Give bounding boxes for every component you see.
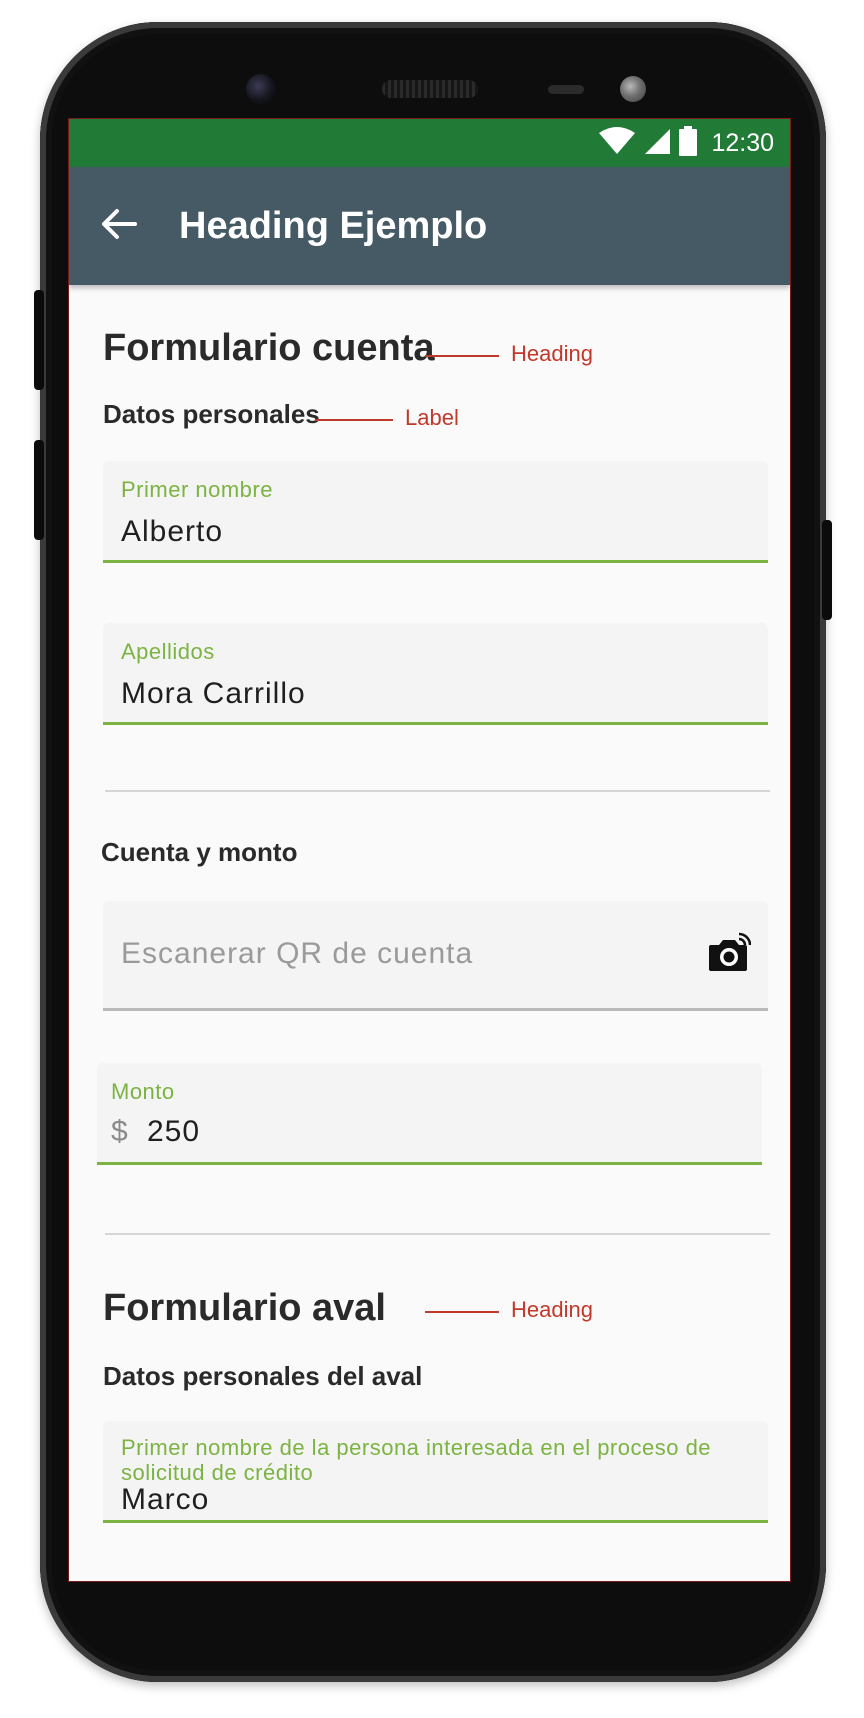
annotation-heading-label: Heading [511, 341, 593, 366]
guarantor-first-name-label: Primer nombre de la persona interesada e… [121, 1435, 712, 1485]
status-time: 12:30 [711, 128, 774, 157]
camera-icon [707, 931, 752, 978]
first-name-value[interactable]: Alberto [121, 515, 223, 549]
last-name-value[interactable]: Mora Carrillo [121, 677, 306, 711]
annotation-line [425, 355, 499, 357]
battery-icon [679, 125, 698, 161]
scan-qr-button[interactable] [706, 931, 752, 977]
guarantor-first-name-value[interactable]: Marco [121, 1483, 209, 1517]
section-divider [105, 790, 770, 792]
label-datos-personales-aval: Datos personales del aval [103, 1361, 423, 1391]
light-sensor [620, 76, 646, 102]
proximity-sensor [548, 85, 584, 94]
annotation-label-label: Label [405, 405, 459, 430]
app-bar: Heading Ejemplo [69, 167, 790, 285]
section-divider [105, 1233, 770, 1235]
screen: 12:30 Heading Ejemplo Formulario cuenta … [68, 118, 791, 1582]
annotation-line [425, 1311, 499, 1313]
guarantor-first-name-field[interactable]: Primer nombre de la persona interesada e… [103, 1421, 768, 1523]
amount-value[interactable]: 250 [147, 1115, 200, 1149]
wifi-icon [599, 126, 636, 160]
amount-field-label: Monto [111, 1079, 175, 1104]
heading-formulario-aval: Formulario aval [103, 1287, 386, 1329]
label-cuenta-y-monto: Cuenta y monto [101, 837, 298, 867]
volume-down-button [34, 440, 44, 540]
annotation-line [315, 419, 393, 421]
last-name-field[interactable]: Apellidos Mora Carrillo [103, 623, 768, 725]
back-button[interactable] [95, 202, 143, 250]
front-camera [246, 74, 276, 104]
qr-account-field[interactable]: Escanerar QR de cuenta [103, 901, 768, 1011]
qr-account-placeholder[interactable]: Escanerar QR de cuenta [121, 937, 473, 971]
volume-up-button [34, 290, 44, 390]
signal-icon [643, 127, 671, 160]
amount-field[interactable]: Monto $ 250 [97, 1063, 762, 1165]
app-bar-title: Heading Ejemplo [179, 204, 488, 247]
heading-formulario-cuenta: Formulario cuenta [103, 327, 435, 369]
form-content: Formulario cuenta Heading Datos personal… [69, 285, 790, 1581]
power-button [822, 520, 832, 620]
currency-prefix: $ [111, 1115, 128, 1148]
label-datos-personales: Datos personales [103, 399, 320, 429]
last-name-field-label: Apellidos [121, 639, 215, 664]
earpiece-speaker [382, 80, 478, 98]
arrow-back-icon [101, 208, 137, 245]
annotation-heading-label: Heading [511, 1297, 593, 1322]
first-name-field[interactable]: Primer nombre Alberto [103, 461, 768, 563]
status-bar: 12:30 [69, 119, 790, 167]
first-name-field-label: Primer nombre [121, 477, 273, 502]
